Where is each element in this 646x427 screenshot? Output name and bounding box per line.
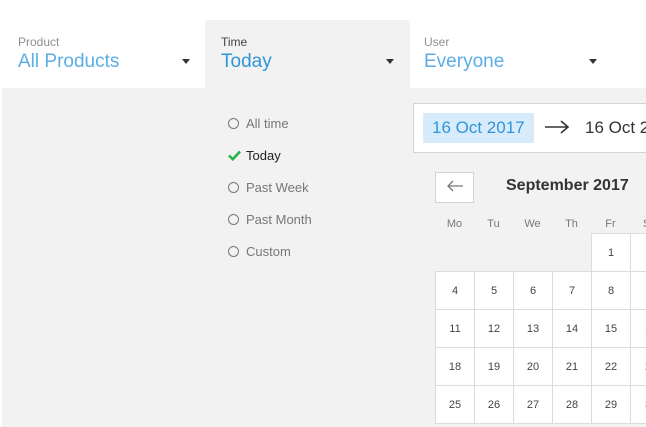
time-option-custom[interactable]: Custom [228,243,291,259]
product-filter[interactable]: Product All Products [0,20,205,88]
time-option-past-month[interactable]: Past Month [228,211,312,227]
calendar-day[interactable]: 15 [591,309,631,348]
calendar-day[interactable]: 6 [513,271,553,310]
chevron-down-icon [589,59,597,64]
weekday-header: We [524,218,541,230]
time-option-label: All time [246,115,289,131]
calendar-day[interactable]: 27 [513,385,553,424]
radio-icon [228,213,239,225]
time-filter[interactable]: Time Today [205,20,410,88]
radio-icon [228,117,239,129]
product-filter-value: All Products [18,51,120,72]
time-option-label: Past Month [246,211,312,227]
user-filter[interactable]: User Everyone [406,20,646,88]
calendar-day[interactable]: 14 [552,309,592,348]
time-option-past-week[interactable]: Past Week [228,179,309,195]
calendar-day[interactable]: 21 [552,347,592,386]
check-icon [228,150,242,161]
calendar-day[interactable]: 12 [474,309,514,348]
calendar-day[interactable]: 20 [513,347,553,386]
weekday-header: Tu [487,218,500,230]
time-option-label: Today [246,147,281,163]
user-filter-label: User [424,35,450,49]
weekday-header: Mo [446,218,463,230]
product-filter-label: Product [18,35,60,49]
calendar-day[interactable]: 25 [435,385,475,424]
calendar-day[interactable]: 7 [552,271,592,310]
calendar-day[interactable]: 13 [513,309,553,348]
calendar-day[interactable]: 5 [474,271,514,310]
user-filter-value: Everyone [424,51,505,72]
calendar-day[interactable]: 18 [435,347,475,386]
date-range-input: 16 Oct 2017 16 Oct 2 [413,103,646,153]
time-option-all-time[interactable]: All time [228,115,289,131]
chevron-down-icon [182,59,190,64]
calendar-day[interactable]: 4 [435,271,475,310]
weekday-header: Th [565,218,578,230]
calendar-day[interactable]: 1 [630,309,646,348]
calendar-day[interactable]: 29 [591,385,631,424]
weekday-header: Fr [605,218,616,230]
radio-icon [228,181,239,193]
weekday-header: S [630,218,646,230]
calendar-day[interactable]: 2 [630,347,646,386]
time-option-label: Custom [246,243,291,259]
range-end-date[interactable]: 16 Oct 2 [585,113,646,143]
arrow-left-icon [446,179,464,197]
calendar-day[interactable]: 8 [591,271,631,310]
calendar-day[interactable]: 3 [630,385,646,424]
calendar-day[interactable]: 28 [552,385,592,424]
calendar-day[interactable] [630,271,646,310]
calendar-day[interactable]: 19 [474,347,514,386]
time-option-label: Past Week [246,179,309,195]
time-option-today[interactable]: Today [228,147,281,163]
calendar-day[interactable]: 26 [474,385,514,424]
chevron-down-icon [386,59,394,64]
calendar-day[interactable]: 22 [591,347,631,386]
radio-icon [228,245,239,257]
calendar-day[interactable] [630,233,646,272]
calendar-day[interactable]: 1 [591,233,631,272]
calendar-day[interactable]: 11 [435,309,475,348]
time-filter-label: Time [221,35,248,49]
month-title: September 2017 [506,177,629,194]
arrow-right-icon [544,120,570,139]
prev-month-button[interactable] [435,172,474,203]
range-start-date[interactable]: 16 Oct 2017 [423,113,534,143]
time-filter-value: Today [221,51,272,72]
